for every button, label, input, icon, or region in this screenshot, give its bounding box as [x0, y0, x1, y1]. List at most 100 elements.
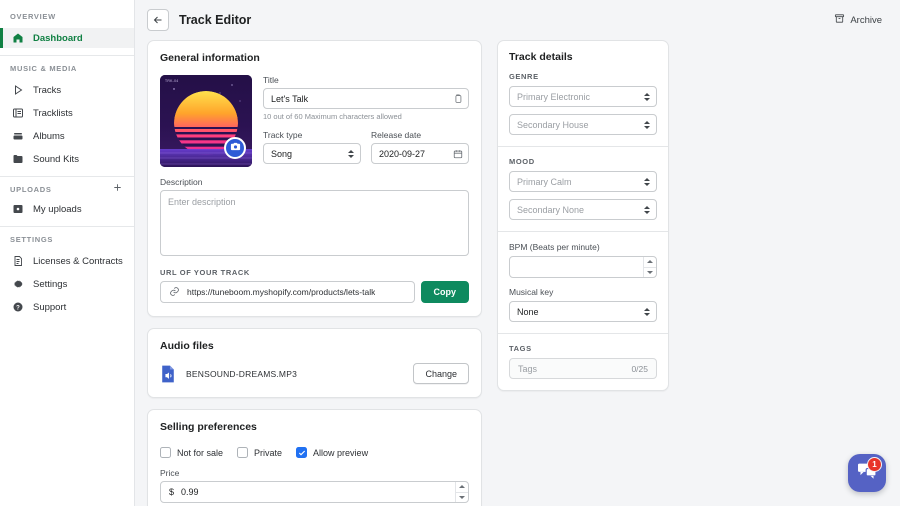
sidebar-item-label: Dashboard: [33, 33, 83, 44]
release-date-group: Release date 2020-09-27: [371, 130, 469, 164]
title-helper-text: 10 out of 60 Maximum characters allowed: [263, 112, 469, 121]
bpm-key-block: BPM (Beats per minute) Musical key None: [498, 232, 668, 333]
sidebar-item-label: Licenses & Contracts: [33, 256, 123, 267]
tags-block: TAGS Tags 0/25: [498, 334, 668, 390]
stepper-icon: [644, 178, 650, 186]
sidebar-item-support[interactable]: ? Support: [0, 297, 134, 317]
stepper-icon: [348, 150, 354, 158]
genre-primary-select[interactable]: Primary Electronic: [509, 86, 657, 107]
track-type-label: Track type: [263, 130, 361, 140]
price-decrement[interactable]: [456, 493, 468, 503]
sidebar-item-albums[interactable]: Albums: [0, 126, 134, 146]
release-date-wrapper: 2020-09-27: [371, 143, 469, 164]
tags-placeholder: Tags: [518, 364, 537, 374]
sidebar-item-tracklists[interactable]: Tracklists: [0, 103, 134, 123]
sidebar-section-music-label: MUSIC & MEDIA: [0, 58, 134, 77]
type-date-row: Track type Song Release d: [263, 130, 469, 164]
content-columns: General information: [135, 40, 900, 506]
tags-count: 0/25: [631, 364, 648, 374]
chat-unread-badge: 1: [867, 457, 882, 472]
tags-caption: TAGS: [509, 344, 657, 353]
camera-icon: [230, 139, 241, 157]
sidebar-item-label: Tracklists: [33, 108, 73, 119]
chat-widget-button[interactable]: 1: [848, 454, 886, 492]
track-type-group: Track type Song: [263, 130, 361, 164]
sidebar-section-overview-label: OVERVIEW: [0, 6, 134, 25]
page-title: Track Editor: [179, 13, 251, 27]
sidebar-item-label: Sound Kits: [33, 154, 79, 165]
mood-secondary-value: Secondary None: [517, 205, 584, 215]
mood-primary-select[interactable]: Primary Calm: [509, 171, 657, 192]
description-label: Description: [160, 177, 469, 187]
mood-block: MOOD Primary Calm Secondary None: [498, 147, 668, 231]
checkbox-label: Private: [254, 448, 282, 458]
sidebar-item-label: My uploads: [33, 204, 82, 215]
general-information-fields: Title Let's Talk 10 out of 60 Maximum ch…: [263, 75, 469, 167]
archive-icon: [834, 13, 845, 27]
musical-key-value: None: [517, 307, 539, 317]
audio-files-title: Audio files: [160, 340, 469, 352]
checkbox-label: Allow preview: [313, 448, 368, 458]
genre-block: Track details GENRE Primary Electronic S…: [498, 41, 668, 146]
back-button[interactable]: [147, 9, 169, 31]
sidebar-item-label: Settings: [33, 279, 67, 290]
price-increment[interactable]: [456, 482, 468, 493]
price-stepper[interactable]: [455, 482, 468, 502]
archive-label: Archive: [850, 15, 882, 26]
sidebar-item-sound-kits[interactable]: Sound Kits: [0, 149, 134, 169]
track-type-select[interactable]: Song: [263, 143, 361, 164]
sidebar-item-label: Support: [33, 302, 66, 313]
title-input[interactable]: Let's Talk: [263, 88, 469, 109]
checkbox-private[interactable]: Private: [237, 447, 282, 458]
add-upload-button[interactable]: [110, 181, 124, 195]
checkbox-not-for-sale[interactable]: Not for sale: [160, 447, 223, 458]
sidebar: OVERVIEW Dashboard MUSIC & MEDIA Tracks …: [0, 0, 135, 506]
calendar-icon[interactable]: [453, 149, 463, 159]
musical-key-label: Musical key: [509, 287, 657, 297]
archive-button[interactable]: Archive: [834, 13, 882, 27]
mood-secondary-select[interactable]: Secondary None: [509, 199, 657, 220]
list-icon: [11, 107, 24, 120]
sidebar-item-tracks[interactable]: Tracks: [0, 80, 134, 100]
price-input[interactable]: $ 0.99: [160, 481, 469, 503]
upload-box-icon: [11, 203, 24, 216]
audio-files-card: Audio files BENSOUND-DREAMS.MP3 Change: [147, 328, 482, 398]
url-row: https://tuneboom.myshopify.com/products/…: [160, 281, 469, 303]
title-field-label: Title: [263, 75, 469, 85]
genre-primary-value: Primary Electronic: [517, 92, 590, 102]
title-field-wrapper: Let's Talk: [263, 88, 469, 109]
sidebar-item-settings[interactable]: Settings: [0, 274, 134, 294]
bpm-stepper[interactable]: [643, 257, 656, 277]
change-cover-button[interactable]: [224, 137, 246, 159]
sidebar-item-my-uploads[interactable]: My uploads: [0, 199, 134, 219]
tags-input[interactable]: Tags 0/25: [509, 358, 657, 379]
checkbox-label: Not for sale: [177, 448, 223, 458]
sidebar-section-settings-label: SETTINGS: [0, 229, 134, 248]
bpm-decrement[interactable]: [644, 268, 656, 278]
genre-secondary-select[interactable]: Secondary House: [509, 114, 657, 135]
sidebar-item-licenses-contracts[interactable]: Licenses & Contracts: [0, 251, 134, 271]
audio-file-name: BENSOUND-DREAMS.MP3: [186, 369, 297, 379]
checkbox-allow-preview[interactable]: Allow preview: [296, 447, 368, 458]
folder-icon: [11, 153, 24, 166]
cover-art-wrapper: TRK-04: [160, 75, 252, 167]
musical-key-select[interactable]: None: [509, 301, 657, 322]
main-area: Track Editor Archive General information: [135, 0, 900, 506]
copy-title-icon[interactable]: [453, 94, 463, 104]
selling-preferences-title: Selling preferences: [160, 421, 469, 433]
bpm-label: BPM (Beats per minute): [509, 242, 657, 252]
track-url-input[interactable]: https://tuneboom.myshopify.com/products/…: [160, 281, 415, 303]
bpm-increment[interactable]: [644, 257, 656, 268]
bpm-input[interactable]: [509, 256, 657, 278]
url-caption: URL OF YOUR TRACK: [160, 268, 469, 277]
general-information-title: General information: [160, 52, 469, 64]
chat-icon-wrapper: 1: [857, 462, 877, 485]
stepper-icon: [644, 93, 650, 101]
link-icon: [169, 286, 180, 299]
description-textarea[interactable]: Enter description: [160, 190, 469, 256]
change-audio-button[interactable]: Change: [413, 363, 469, 384]
stepper-icon: [644, 121, 650, 129]
copy-url-button[interactable]: Copy: [421, 281, 470, 303]
sidebar-item-dashboard[interactable]: Dashboard: [0, 28, 134, 48]
right-column: Track details GENRE Primary Electronic S…: [497, 40, 669, 391]
